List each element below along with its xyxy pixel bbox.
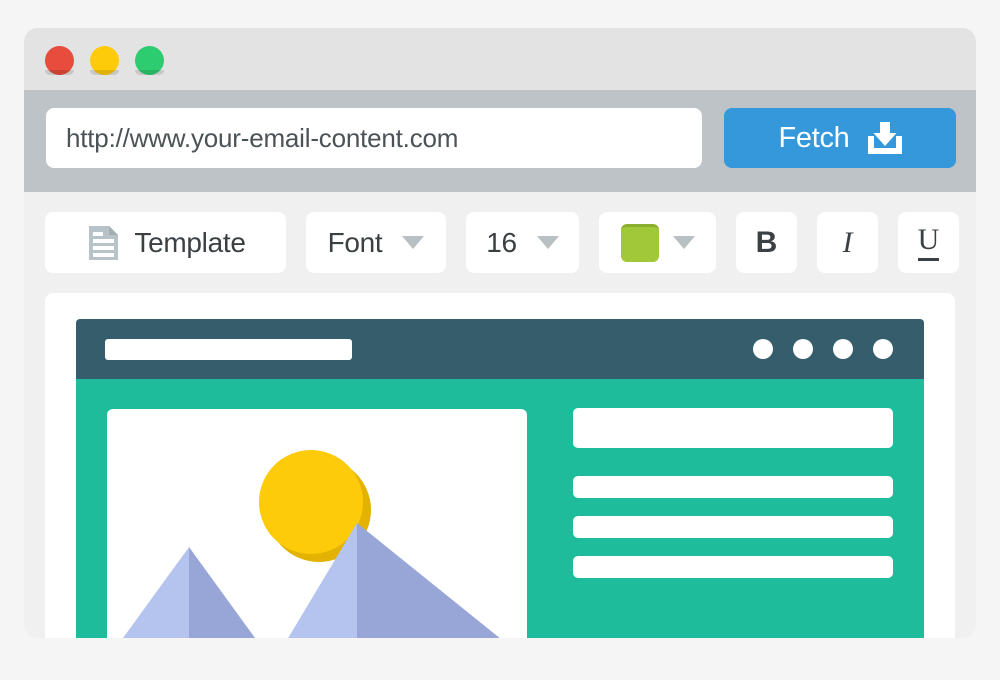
browser-window: http://www.your-email-content.com Fetch bbox=[24, 28, 976, 638]
text-line-placeholder bbox=[573, 516, 893, 538]
bold-button-label: B bbox=[755, 225, 778, 259]
text-color-dropdown[interactable] bbox=[599, 212, 716, 273]
fetch-button[interactable]: Fetch bbox=[724, 108, 956, 168]
hero-image[interactable] bbox=[107, 409, 527, 638]
maximize-button[interactable] bbox=[135, 46, 164, 75]
email-preview-canvas[interactable] bbox=[45, 293, 955, 638]
font-family-dropdown[interactable]: Font bbox=[306, 212, 446, 273]
headline-placeholder bbox=[573, 408, 893, 448]
italic-button[interactable]: I bbox=[817, 212, 878, 273]
underline-button[interactable]: U bbox=[898, 212, 959, 273]
nav-dot[interactable] bbox=[873, 339, 893, 359]
text-line-placeholder bbox=[573, 476, 893, 498]
window-titlebar bbox=[24, 28, 976, 90]
chevron-down-icon bbox=[536, 236, 559, 249]
bold-button[interactable]: B bbox=[736, 212, 797, 273]
email-text-column bbox=[573, 408, 893, 596]
traffic-light-group bbox=[45, 46, 164, 75]
text-line-placeholder bbox=[573, 556, 893, 578]
url-input-value: http://www.your-email-content.com bbox=[66, 122, 459, 153]
nav-dot[interactable] bbox=[833, 339, 853, 359]
chevron-down-icon bbox=[672, 236, 695, 249]
color-swatch bbox=[620, 223, 659, 262]
font-size-dropdown[interactable]: 16 bbox=[466, 212, 579, 273]
template-button[interactable]: Template bbox=[45, 212, 286, 273]
email-body bbox=[76, 379, 924, 638]
font-size-value: 16 bbox=[486, 226, 517, 258]
download-icon bbox=[867, 122, 902, 154]
close-button[interactable] bbox=[45, 46, 74, 75]
minimize-button[interactable] bbox=[90, 46, 119, 75]
document-icon bbox=[89, 225, 119, 260]
logo-placeholder bbox=[105, 339, 352, 360]
font-family-value: Font bbox=[327, 226, 383, 258]
email-header bbox=[76, 319, 924, 379]
nav-dot[interactable] bbox=[793, 339, 813, 359]
url-input[interactable]: http://www.your-email-content.com bbox=[46, 108, 702, 168]
nav-dot[interactable] bbox=[753, 339, 773, 359]
template-button-label: Template bbox=[134, 226, 246, 258]
italic-button-label: I bbox=[842, 225, 853, 259]
underline-button-label: U bbox=[917, 224, 940, 261]
mountain-illustration bbox=[122, 523, 500, 638]
format-toolbar: Template Font 16 B I U bbox=[24, 192, 976, 293]
nav-dot-group bbox=[753, 339, 893, 359]
email-template bbox=[76, 319, 924, 638]
address-bar-strip: http://www.your-email-content.com Fetch bbox=[24, 90, 976, 192]
chevron-down-icon bbox=[402, 236, 425, 249]
fetch-button-label: Fetch bbox=[778, 121, 850, 154]
